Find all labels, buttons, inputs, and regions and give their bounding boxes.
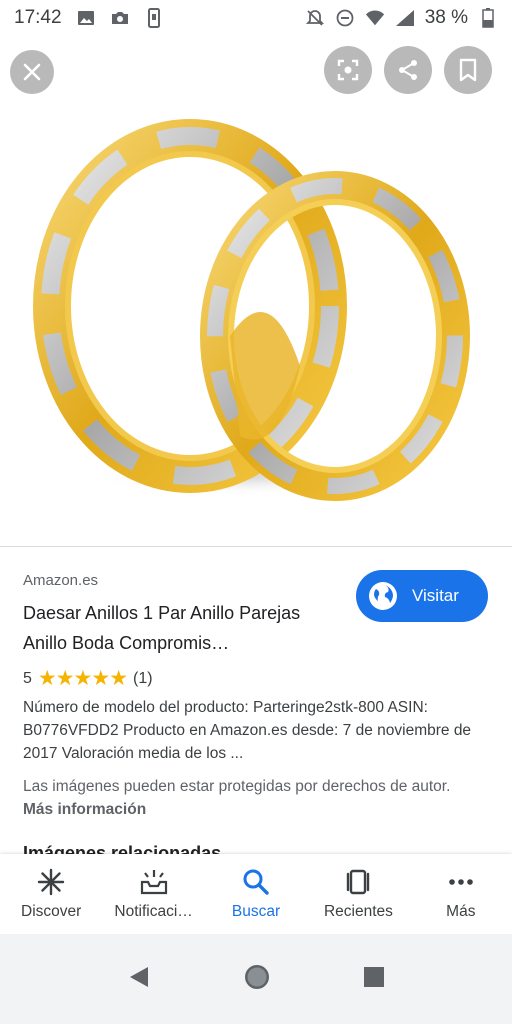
nav-label: Discover	[21, 903, 82, 920]
back-icon	[129, 966, 148, 987]
nav-discover[interactable]: Discover	[0, 854, 102, 934]
home-icon	[244, 964, 269, 989]
nav-label: Notificaci…	[114, 903, 193, 920]
status-bar: 17:42 38 %	[0, 0, 512, 36]
result-title[interactable]: Daesar Anillos 1 Par Anillo Parejas Anil…	[23, 598, 343, 658]
battery-icon	[478, 8, 498, 28]
more-icon	[446, 867, 476, 897]
search-icon	[241, 867, 271, 897]
discover-icon	[36, 867, 66, 897]
result-source[interactable]: Amazon.es	[23, 572, 98, 589]
overview-button[interactable]	[362, 965, 386, 994]
phone-icon	[144, 8, 164, 28]
bookmark-button[interactable]	[444, 46, 492, 94]
wifi-icon	[365, 8, 385, 28]
mute-icon	[305, 8, 325, 28]
copyright-notice: Las imágenes pueden estar protegidas por…	[23, 775, 483, 821]
wedding-rings-image[interactable]	[0, 36, 512, 546]
nav-more[interactable]: Más	[410, 854, 512, 934]
home-button[interactable]	[243, 963, 271, 996]
notifications-icon	[139, 867, 169, 897]
recents-icon	[343, 867, 373, 897]
image-icon	[76, 8, 96, 28]
rating-stars: ★★★★★	[37, 667, 128, 690]
more-info-link[interactable]: Más información	[23, 801, 146, 818]
visit-button[interactable]: Visitar	[356, 570, 488, 622]
close-button[interactable]	[10, 50, 54, 94]
close-icon	[23, 63, 41, 81]
result-description: Número de modelo del producto: Partering…	[23, 699, 472, 762]
signal-icon	[395, 8, 415, 28]
rating-value: 5	[23, 669, 32, 687]
system-nav-bar	[0, 934, 512, 1024]
rating-count: (1)	[133, 669, 153, 687]
nav-recents[interactable]: Recientes	[307, 854, 409, 934]
divider	[0, 546, 512, 547]
related-images-heading: Imágenes relacionadas	[23, 843, 222, 854]
bookmark-icon	[459, 58, 477, 82]
overview-icon	[364, 966, 385, 987]
nav-search[interactable]: Buscar	[205, 854, 307, 934]
camera-icon	[110, 8, 130, 28]
battery-level: 38 %	[424, 7, 468, 28]
visit-label: Visitar	[412, 586, 459, 605]
lens-button[interactable]	[324, 46, 372, 94]
rating-row: 5 ★★★★★ (1)	[23, 666, 153, 691]
lens-icon	[337, 59, 359, 81]
nav-label: Más	[446, 903, 476, 920]
share-button[interactable]	[384, 46, 432, 94]
dnd-icon	[335, 8, 355, 28]
image-viewer	[0, 36, 512, 546]
globe-icon	[369, 582, 397, 610]
back-button[interactable]	[126, 964, 152, 995]
status-time: 17:42	[14, 7, 62, 28]
notice-text: Las imágenes pueden estar protegidas por…	[23, 778, 451, 795]
bottom-nav: Discover Notificaci… Buscar Recientes Má…	[0, 854, 512, 934]
nav-label: Buscar	[231, 903, 281, 920]
nav-label: Recientes	[323, 903, 393, 920]
share-icon	[399, 60, 417, 80]
nav-notifications[interactable]: Notificaci…	[102, 854, 204, 934]
